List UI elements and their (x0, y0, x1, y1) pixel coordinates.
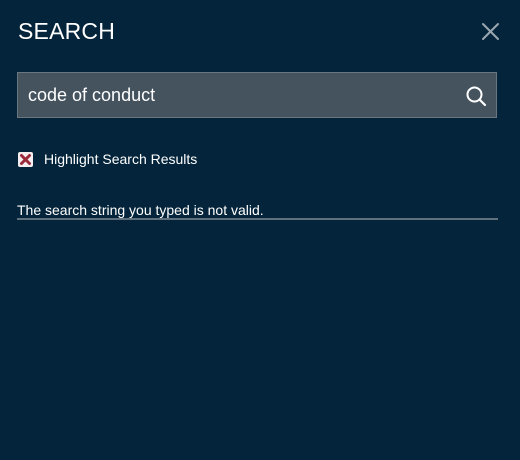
highlight-checkbox[interactable] (18, 151, 33, 167)
search-box (17, 72, 497, 118)
highlight-checkbox-label[interactable]: Highlight Search Results (44, 151, 197, 167)
checked-x-icon (20, 153, 31, 165)
search-panel: SEARCH Highlight Search R (0, 0, 520, 460)
message-divider (17, 218, 498, 220)
search-button[interactable] (465, 85, 487, 107)
close-button[interactable] (480, 21, 501, 42)
highlight-search-results-toggle[interactable]: Highlight Search Results (18, 150, 197, 168)
panel-title: SEARCH (18, 18, 116, 44)
search-icon[interactable] (465, 85, 487, 107)
search-input[interactable] (28, 73, 448, 117)
error-message: The search string you typed is not valid… (17, 202, 264, 218)
close-icon[interactable] (480, 21, 501, 42)
